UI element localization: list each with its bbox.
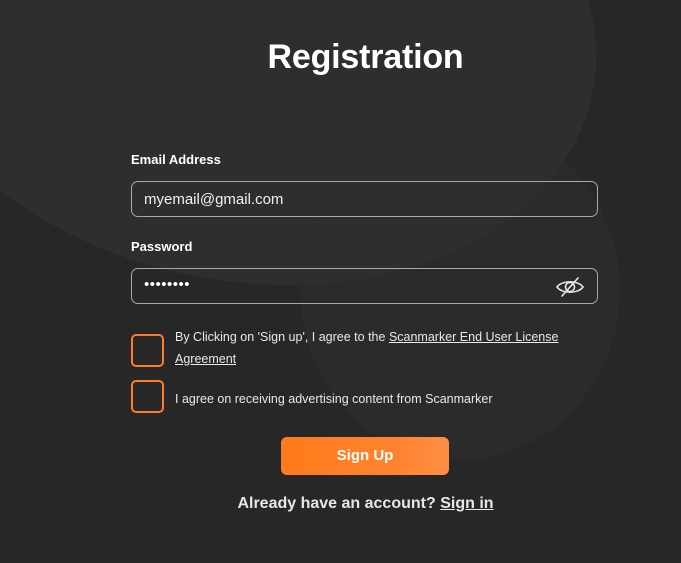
password-value: •••••••• — [144, 276, 191, 293]
signin-link[interactable]: Sign in — [440, 495, 493, 512]
ads-text: I agree on receiving advertising content… — [175, 392, 493, 406]
email-value: myemail@gmail.com — [144, 191, 284, 208]
email-field[interactable]: myemail@gmail.com — [131, 181, 598, 217]
registration-form: Registration Email Address myemail@gmail… — [131, 0, 600, 563]
email-label: Email Address — [131, 152, 221, 167]
signin-prompt: Already have an account? Sign in — [131, 495, 600, 513]
password-field[interactable]: •••••••• — [131, 268, 598, 304]
eye-slash-icon[interactable] — [555, 276, 585, 298]
account-prompt-text: Already have an account? — [237, 495, 436, 512]
terms-text-prefix: By Clicking on 'Sign up', I agree to the — [175, 330, 389, 344]
page-title: Registration — [267, 38, 464, 76]
terms-text: By Clicking on 'Sign up', I agree to the… — [175, 326, 585, 370]
signup-button[interactable]: Sign Up — [281, 437, 449, 475]
terms-checkbox[interactable] — [131, 334, 164, 367]
ads-checkbox[interactable] — [131, 380, 164, 413]
password-label: Password — [131, 239, 193, 254]
